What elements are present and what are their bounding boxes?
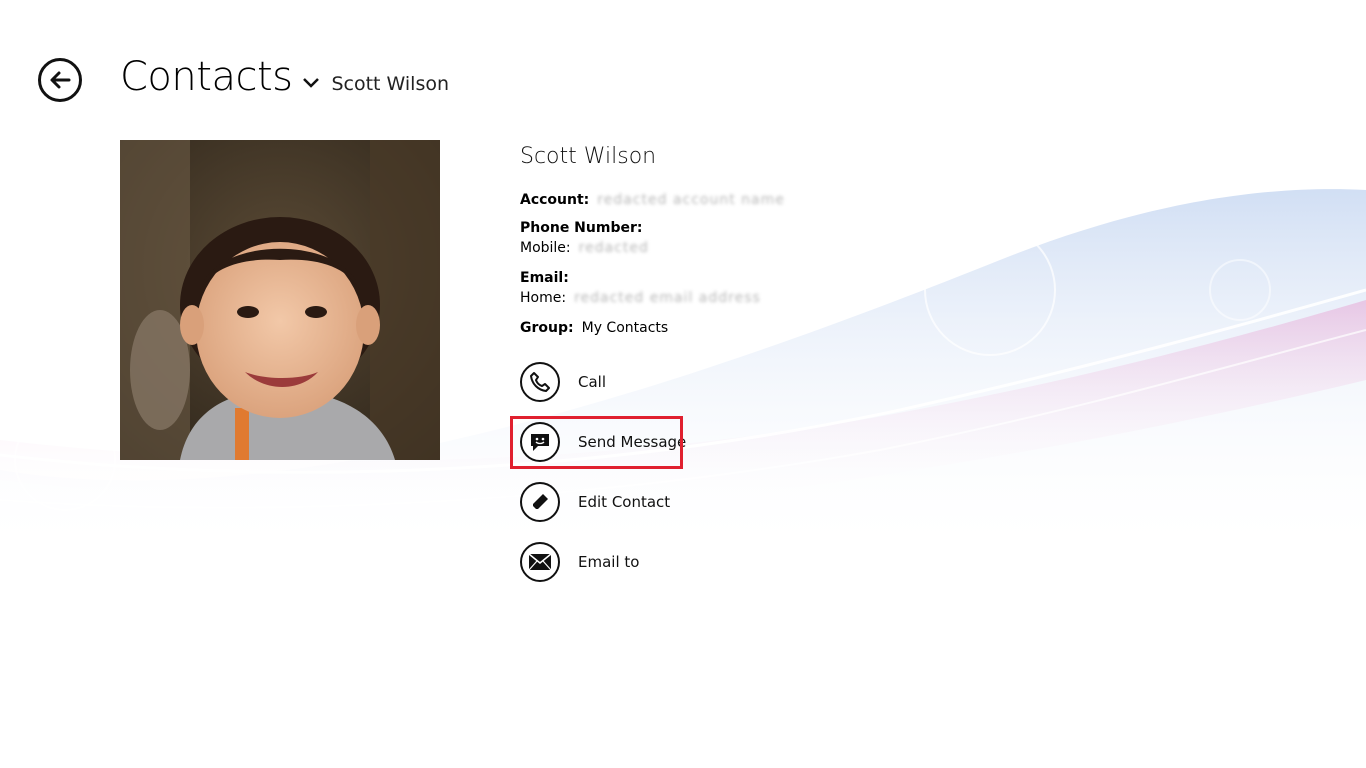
send-message-button[interactable]: Send Message [520, 422, 686, 462]
mobile-value: redacted [578, 240, 649, 256]
back-button[interactable] [38, 58, 82, 102]
edit-contact-button[interactable]: Edit Contact [520, 482, 670, 522]
page-header: Contacts Scott Wilson [120, 54, 449, 100]
account-label: Account: [520, 192, 590, 208]
page-subtitle: Scott Wilson [331, 73, 450, 95]
call-label: Call [578, 373, 607, 391]
contact-name: Scott Wilson [520, 144, 657, 169]
email-heading-row: Email: [520, 270, 569, 286]
phone-number-heading-row: Phone Number: [520, 220, 642, 236]
contact-details-page: Contacts Scott Wilson Scott Wilson Accou… [0, 0, 1366, 768]
group-value: My Contacts [581, 320, 669, 336]
pencil-icon [520, 482, 560, 522]
group-row: Group: My Contacts [520, 320, 668, 336]
mobile-label: Mobile: [520, 240, 571, 256]
back-arrow-icon [50, 71, 71, 89]
call-button[interactable]: Call [520, 362, 606, 402]
message-icon [520, 422, 560, 462]
send-message-label: Send Message [578, 433, 687, 451]
account-row: Account: redacted account name [520, 192, 785, 208]
mobile-row: Mobile: redacted [520, 240, 649, 256]
edit-contact-label: Edit Contact [578, 493, 671, 511]
phone-number-label: Phone Number: [520, 220, 643, 236]
email-to-button[interactable]: Email to [520, 542, 639, 582]
account-value: redacted account name [597, 192, 785, 208]
chevron-down-icon[interactable] [301, 76, 321, 90]
envelope-icon [520, 542, 560, 582]
home-email-row: Home: redacted email address [520, 290, 761, 306]
phone-icon [520, 362, 560, 402]
email-to-label: Email to [578, 553, 640, 571]
group-label: Group: [520, 320, 574, 336]
email-label: Email: [520, 270, 569, 286]
home-label: Home: [520, 290, 567, 306]
page-title: Contacts [120, 54, 293, 100]
home-email-value: redacted email address [574, 290, 761, 306]
contact-photo [120, 140, 440, 460]
